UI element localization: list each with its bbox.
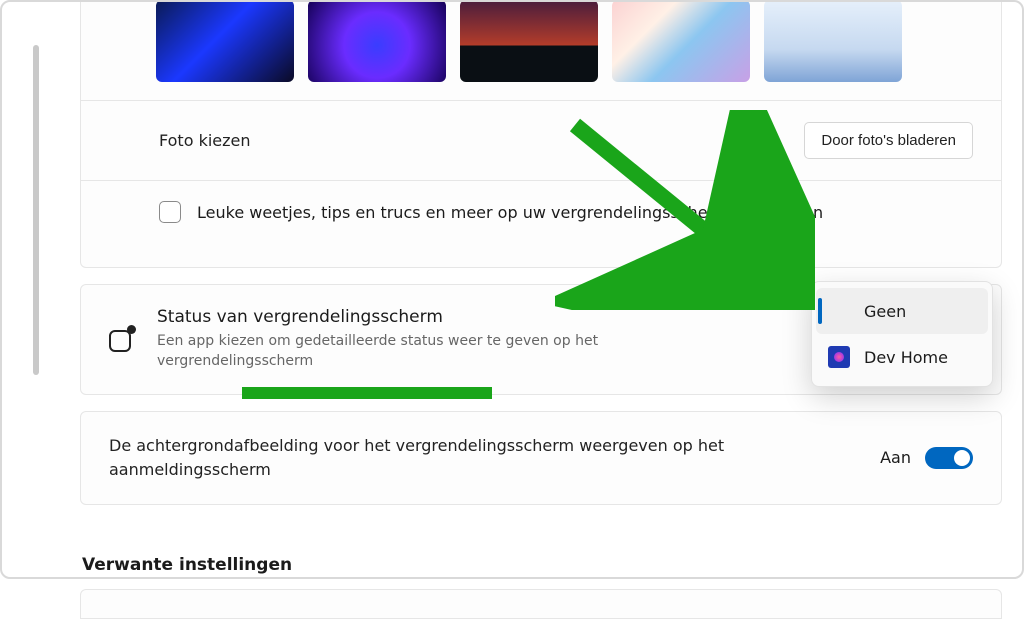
wallpaper-thumb-2[interactable] — [308, 0, 446, 82]
wallpaper-thumb-1[interactable] — [156, 0, 294, 82]
dropdown-option-none[interactable]: Geen — [816, 288, 988, 334]
wallpaper-thumb-3[interactable] — [460, 0, 598, 82]
lock-screen-status-icon — [109, 326, 135, 352]
devhome-icon — [828, 346, 850, 368]
dropdown-option-none-label: Geen — [864, 302, 906, 321]
tips-checkbox-label: Leuke weetjes, tips en trucs en meer op … — [197, 203, 823, 222]
dropdown-option-devhome-label: Dev Home — [864, 348, 948, 367]
scrollbar-thumb[interactable] — [33, 45, 39, 375]
tips-checkbox-row: Leuke weetjes, tips en trucs en meer op … — [81, 180, 1001, 247]
lock-screen-status-title: Status van vergrendelingsscherm — [157, 307, 677, 327]
background-thumbnails-card: Foto kiezen Door foto's bladeren Leuke w… — [80, 0, 1002, 268]
annotation-underline — [242, 387, 492, 399]
signin-toggle-state: Aan — [880, 448, 911, 467]
choose-photo-row: Foto kiezen Door foto's bladeren — [81, 100, 1001, 180]
choose-photo-label: Foto kiezen — [159, 131, 251, 150]
related-settings-card[interactable] — [80, 589, 1002, 619]
lock-screen-status-subtitle: Een app kiezen om gedetailleerde status … — [157, 331, 677, 372]
related-settings-heading: Verwante instellingen — [82, 555, 1002, 575]
dropdown-option-devhome[interactable]: Dev Home — [812, 334, 992, 380]
lock-screen-status-card[interactable]: Status van vergrendelingsscherm Een app … — [80, 284, 1002, 395]
signin-background-label: De achtergrondafbeelding voor het vergre… — [109, 434, 749, 482]
wallpaper-thumb-5[interactable] — [764, 0, 902, 82]
wallpaper-thumbnail-row — [81, 0, 1001, 82]
wallpaper-thumb-4[interactable] — [612, 0, 750, 82]
tips-checkbox[interactable] — [159, 201, 181, 223]
signin-toggle[interactable] — [925, 447, 973, 469]
signin-background-card: De achtergrondafbeelding voor het vergre… — [80, 411, 1002, 505]
status-app-dropdown[interactable]: Geen Dev Home — [811, 281, 993, 387]
browse-photos-button[interactable]: Door foto's bladeren — [804, 122, 973, 159]
